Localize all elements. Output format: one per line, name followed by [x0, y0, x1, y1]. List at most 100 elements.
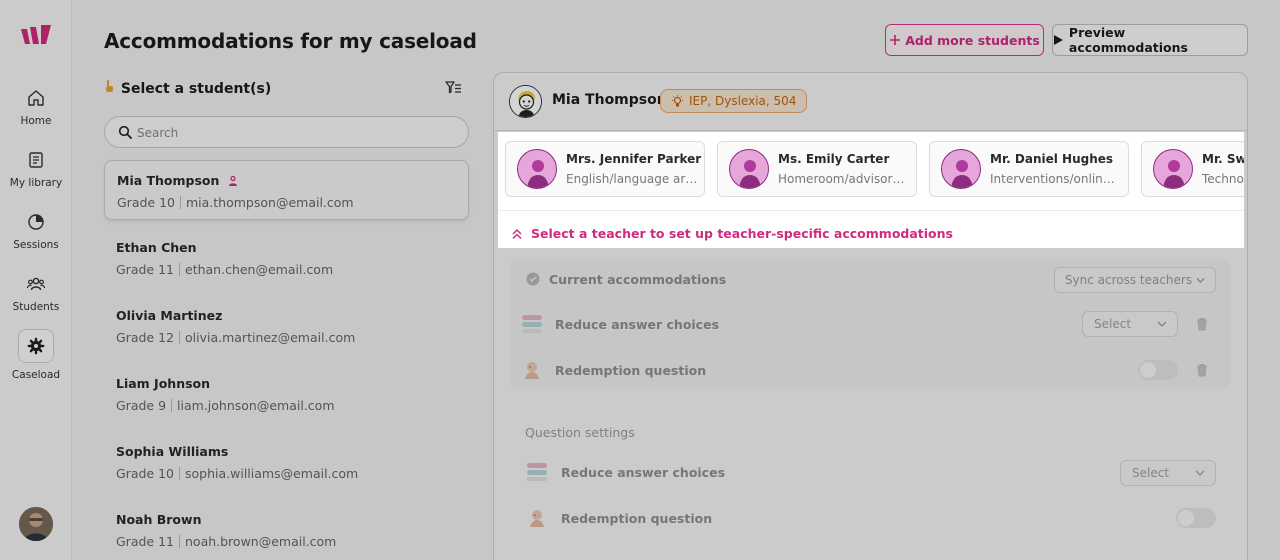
panel-student-name: Mia Thompson — [552, 92, 667, 108]
chevron-down-icon — [1196, 277, 1205, 283]
app-logo[interactable] — [20, 24, 52, 48]
redemption-icon — [525, 362, 539, 379]
student-name-row: Sophia Williams — [116, 444, 457, 459]
sync-label: Sync across teachers — [1064, 273, 1193, 287]
teacher-avatar — [1153, 149, 1193, 189]
redemption-question-toggle[interactable] — [1138, 360, 1178, 380]
student-item-mia-thompson[interactable]: Mia Thompson Grade 10 mia.thompson@email.… — [104, 160, 469, 220]
library-icon — [29, 152, 43, 168]
student-item-ethan-chen[interactable]: Ethan Chen Grade 11 ethan.chen@email.com — [104, 228, 469, 288]
reduce-answer-choices-select[interactable]: Select — [1082, 311, 1178, 337]
teacher-name: Mrs. Jennifer Parker — [566, 152, 702, 166]
student-item-noah-brown[interactable]: Noah Brown Grade 11 noah.brown@email.com — [104, 500, 469, 560]
sidebar-item-my-library[interactable]: My library — [0, 151, 72, 189]
student-item-sophia-williams[interactable]: Sophia Williams Grade 10 sophia.williams@… — [104, 432, 469, 492]
filter-icon[interactable] — [445, 80, 462, 96]
play-icon — [1053, 35, 1063, 45]
home-icon — [28, 90, 44, 106]
sidebar-item-label: Sessions — [13, 239, 59, 251]
search-input[interactable] — [137, 123, 437, 143]
teacher-avatar — [729, 149, 769, 189]
trash-icon[interactable] — [1196, 317, 1208, 331]
check-circle-icon — [526, 272, 540, 286]
user-photo — [19, 507, 53, 541]
student-meta: Grade 10 sophia.williams@email.com — [116, 466, 457, 481]
student-item-liam-johnson[interactable]: Liam Johnson Grade 9 liam.johnson@email.c… — [104, 364, 469, 424]
divider — [171, 399, 173, 412]
student-name-row: Liam Johnson — [116, 376, 457, 391]
trash-icon[interactable] — [1196, 363, 1208, 377]
sidebar-item-students[interactable]: Students — [0, 275, 72, 313]
student-email: olivia.martinez@email.com — [185, 330, 356, 345]
sidebar: Home My library Sessions Students Caselo… — [0, 0, 72, 560]
divider — [179, 535, 180, 548]
student-grade: Grade 11 — [116, 262, 174, 277]
student-name: Ethan Chen — [116, 240, 197, 255]
teacher-name: Mr. Swa — [1202, 152, 1244, 166]
tag-label: IEP, Dyslexia, 504 — [689, 94, 797, 108]
teacher-subject: Technol — [1202, 172, 1244, 186]
teacher-subject: Homeroom/advisory,... — [778, 172, 910, 186]
student-name: Noah Brown — [116, 512, 202, 527]
question-settings-title: Question settings — [525, 425, 635, 440]
teacher-card-jennifer-parker[interactable]: Mrs. Jennifer Parker English/language ar… — [505, 141, 705, 197]
student-meta: Grade 12 olivia.martinez@email.com — [116, 330, 457, 345]
person-icon — [951, 160, 973, 188]
student-name: Sophia Williams — [116, 444, 229, 459]
student-grade: Grade 12 — [116, 330, 174, 345]
teacher-card-emily-carter[interactable]: Ms. Emily Carter Homeroom/advisory,... — [717, 141, 917, 197]
current-accommodations-title: Current accommodations — [549, 272, 727, 287]
chevron-down-icon — [1157, 321, 1167, 327]
student-name: Liam Johnson — [116, 376, 211, 391]
preview-accommodations-button[interactable]: Preview accommodations — [1052, 24, 1248, 56]
page-title: Accommodations for my caseload — [104, 29, 477, 53]
sidebar-item-sessions[interactable]: Sessions — [0, 213, 72, 251]
student-flag-icon — [229, 175, 238, 186]
teacher-card-swa[interactable]: Mr. Swa Technol — [1141, 141, 1244, 197]
reduce-answer-choices-select[interactable]: Select — [1120, 460, 1216, 486]
redemption-question-label: Redemption question — [555, 363, 707, 378]
teacher-hint-label: Select a teacher to set up teacher-speci… — [531, 226, 953, 241]
sidebar-item-home[interactable]: Home — [0, 89, 72, 127]
student-search[interactable] — [104, 116, 469, 148]
caseload-icon-wrap — [18, 329, 54, 363]
student-item-olivia-martinez[interactable]: Olivia Martinez Grade 12 olivia.martinez@… — [104, 296, 469, 356]
select-value: Select — [1094, 317, 1132, 331]
reduce-choices-icon — [522, 315, 542, 333]
teacher-name: Mr. Daniel Hughes — [990, 152, 1114, 166]
add-more-students-label: Add more students — [905, 32, 1040, 48]
user-avatar[interactable] — [19, 507, 53, 541]
student-grade: Grade 10 — [116, 466, 174, 481]
student-name-row: Noah Brown — [116, 512, 457, 527]
sidebar-item-caseload[interactable]: Caseload — [0, 329, 72, 381]
teacher-strip-highlight: Mrs. Jennifer Parker English/language ar… — [498, 132, 1244, 248]
redemption-question-toggle[interactable] — [1176, 508, 1216, 528]
student-cartoon-icon — [510, 86, 541, 117]
chevron-down-icon — [1195, 470, 1205, 476]
select-students-heading: Select a student(s) — [104, 79, 271, 97]
add-more-students-button[interactable]: Add more students — [885, 24, 1044, 56]
student-name: Mia Thompson — [117, 173, 220, 188]
strip-divider — [498, 210, 1244, 211]
student-name: Olivia Martinez — [116, 308, 223, 323]
preview-accommodations-label: Preview accommodations — [1068, 25, 1188, 55]
teacher-avatar — [941, 149, 981, 189]
student-avatar — [509, 85, 542, 118]
student-email: noah.brown@email.com — [185, 534, 337, 549]
student-email: ethan.chen@email.com — [185, 262, 334, 277]
student-meta: Grade 11 noah.brown@email.com — [116, 534, 457, 549]
current-accommodations-section: Current accommodations Sync across teach… — [510, 259, 1231, 389]
plus-icon — [890, 35, 901, 45]
student-meta: Grade 11 ethan.chen@email.com — [116, 262, 457, 277]
sidebar-item-label: My library — [9, 177, 63, 189]
redemption-icon — [530, 510, 544, 527]
student-grade: Grade 11 — [116, 534, 174, 549]
person-icon — [1163, 160, 1185, 188]
teacher-card-daniel-hughes[interactable]: Mr. Daniel Hughes Interventions/online l… — [929, 141, 1129, 197]
teacher-avatar — [517, 149, 557, 189]
sync-across-teachers-dropdown[interactable]: Sync across teachers — [1054, 267, 1216, 293]
gear-icon — [27, 337, 45, 355]
student-needs-tag: IEP, Dyslexia, 504 — [660, 89, 808, 113]
student-email: sophia.williams@email.com — [185, 466, 359, 481]
teacher-hint[interactable]: Select a teacher to set up teacher-speci… — [511, 226, 953, 241]
